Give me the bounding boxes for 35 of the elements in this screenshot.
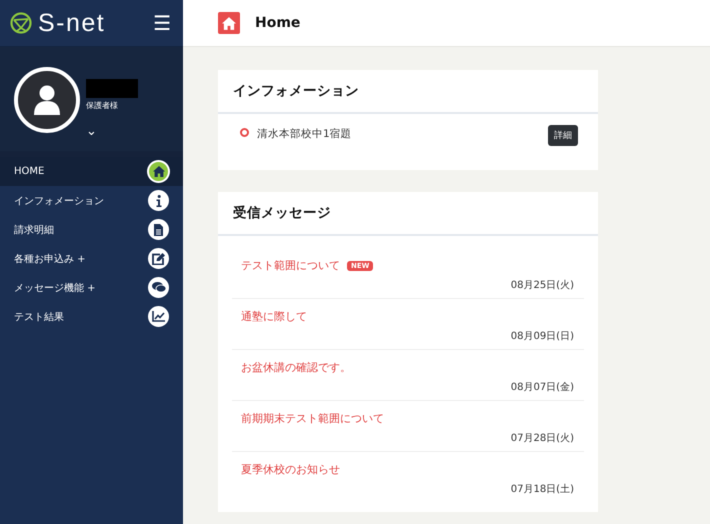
menu-item[interactable]: 請求明細 (0, 215, 183, 244)
menu-item[interactable]: インフォメーション (0, 186, 183, 215)
menu-button[interactable]: ☰ (153, 13, 171, 33)
globe-logo-icon (10, 12, 32, 34)
menu-item[interactable]: HOME (0, 157, 183, 186)
menu-item[interactable]: メッセージ機能 + (0, 273, 183, 302)
message-date: 08月09日(日) (510, 330, 574, 343)
message-link[interactable]: お盆休講の確認です。 (241, 360, 351, 375)
message-link[interactable]: テスト範囲について (241, 258, 340, 273)
message-link[interactable]: 前期期末テスト範囲について (241, 411, 384, 426)
message-date: 08月07日(金) (510, 381, 574, 394)
menu-item[interactable]: テスト結果 (0, 302, 183, 331)
home-icon (218, 12, 240, 34)
expand-button[interactable]: ⌄ (86, 125, 97, 138)
message-date: 07月28日(火) (510, 432, 574, 445)
redaction-bar (86, 79, 138, 98)
chart-icon (152, 311, 165, 322)
bullet-icon (240, 128, 249, 137)
detail-button[interactable]: 詳細 (548, 125, 578, 146)
edit-icon (152, 252, 165, 264)
card-title: 受信メッセージ (218, 192, 598, 236)
message-link[interactable]: 通塾に際して (241, 309, 307, 324)
menu-item[interactable]: 各種お申込み + (0, 244, 183, 273)
page-title: Home (255, 15, 300, 31)
app-logo: S-net (38, 8, 106, 38)
chat-icon (152, 282, 166, 293)
message-date: 07月18日(土) (510, 482, 574, 496)
user-role: 保護者様 (86, 100, 119, 111)
info-link[interactable]: 清水本部校中1宿題 (257, 127, 352, 141)
info-icon (156, 194, 162, 206)
message-link[interactable]: 夏季休校のお知らせ (241, 462, 340, 477)
home-icon (152, 166, 164, 177)
document-icon (154, 224, 163, 236)
card-title: インフォメーション (218, 70, 598, 114)
message-date: 08月25日(火) (510, 278, 574, 292)
